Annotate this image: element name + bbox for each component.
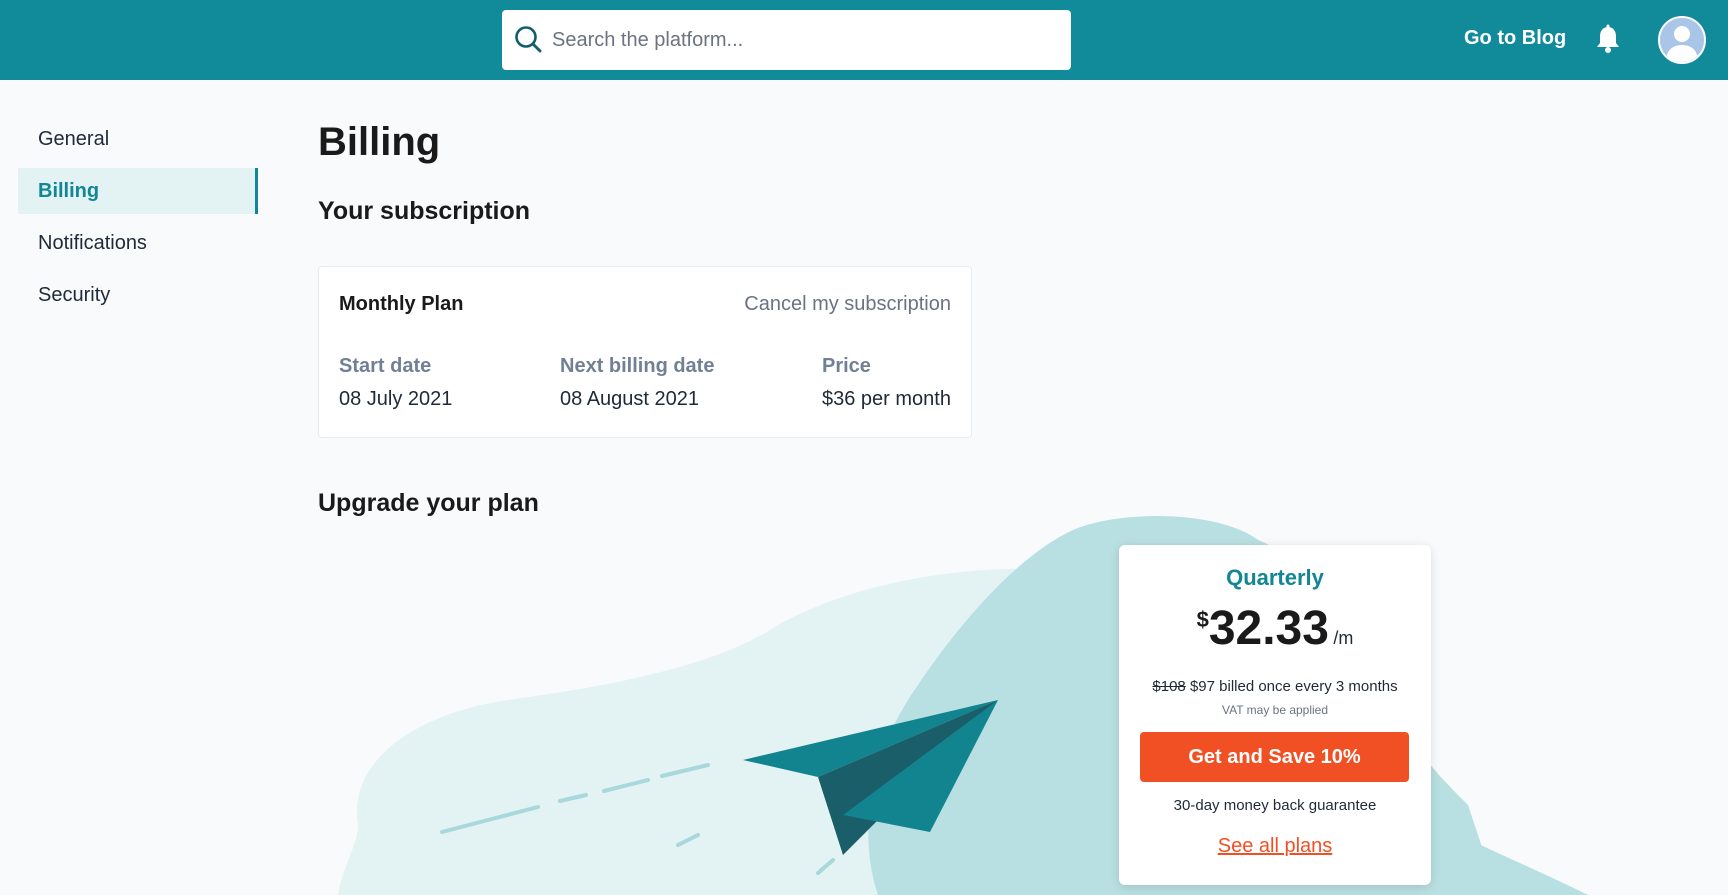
quarterly-plan-card: Quarterly $32.33 /m $108 $97 billed once… xyxy=(1119,545,1431,885)
go-to-blog-link[interactable]: Go to Blog xyxy=(1464,27,1566,50)
start-date-value: 08 July 2021 xyxy=(339,388,453,410)
price-amount: 32.33 xyxy=(1208,602,1329,655)
sidebar-item-billing[interactable]: Billing xyxy=(18,168,258,214)
sidebar-item-general[interactable]: General xyxy=(18,116,258,162)
notifications-bell-icon[interactable] xyxy=(1594,24,1622,54)
plan-tier-name: Quarterly xyxy=(1226,565,1324,590)
page-title: Billing xyxy=(318,120,441,164)
get-and-save-button[interactable]: Get and Save 10% xyxy=(1140,732,1409,782)
vat-note: VAT may be applied xyxy=(1221,703,1329,717)
search-icon xyxy=(515,26,542,53)
start-date-label: Start date xyxy=(339,355,432,377)
sidebar-item-security[interactable]: Security xyxy=(18,272,258,318)
cancel-subscription-link[interactable]: Cancel my subscription xyxy=(744,293,951,316)
subscription-heading: Your subscription xyxy=(318,197,531,225)
price-period: /m xyxy=(1333,628,1354,648)
user-silhouette-icon xyxy=(1660,18,1704,62)
currency-symbol: $ xyxy=(1196,607,1209,632)
search-input[interactable] xyxy=(552,10,1057,70)
price-label: Price xyxy=(822,355,871,377)
subscription-card: Monthly Plan Cancel my subscription Star… xyxy=(318,266,972,438)
see-all-plans-link[interactable]: See all plans xyxy=(1119,835,1431,858)
old-price: $108 xyxy=(1152,678,1186,695)
money-back-guarantee: 30-day money back guarantee xyxy=(1173,797,1377,814)
next-billing-date-value: 08 August 2021 xyxy=(560,388,700,410)
billing-terms: $108 $97 billed once every 3 months xyxy=(1119,678,1431,695)
plan-price: $32.33 /m xyxy=(1119,601,1431,656)
billed-text: $97 billed once every 3 months xyxy=(1185,678,1398,695)
top-navigation-bar: Go to Blog xyxy=(0,0,1728,80)
upgrade-heading: Upgrade your plan xyxy=(318,489,539,517)
settings-sidebar: General Billing Notifications Security xyxy=(18,116,258,324)
sidebar-item-notifications[interactable]: Notifications xyxy=(18,220,258,266)
next-billing-date-label: Next billing date xyxy=(560,355,715,377)
plan-name: Monthly Plan xyxy=(339,293,464,315)
user-avatar[interactable] xyxy=(1658,16,1706,64)
price-value: $36 per month xyxy=(822,388,951,410)
search-box[interactable] xyxy=(502,10,1071,70)
